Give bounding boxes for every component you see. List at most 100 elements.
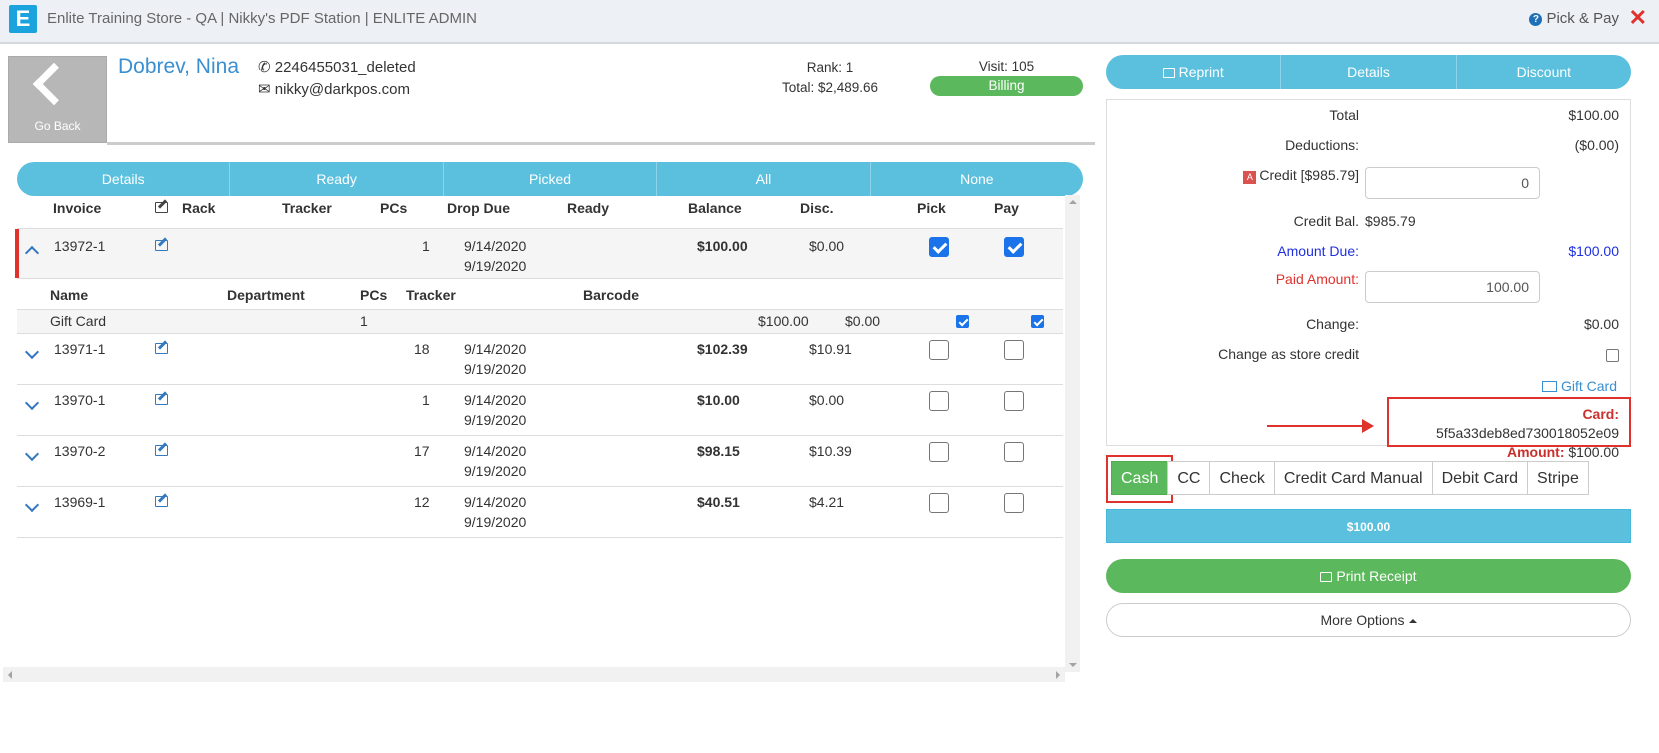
vertical-scrollbar[interactable] (1065, 195, 1080, 672)
item-pay-checkbox[interactable] (1031, 315, 1044, 328)
pay-amount-button[interactable]: $100.00 (1106, 509, 1631, 543)
status-badge: Billing (930, 76, 1083, 96)
due-date: 9/19/2020 (464, 514, 527, 530)
pay-checkbox[interactable] (1004, 237, 1024, 257)
due-date: 9/19/2020 (464, 361, 527, 377)
table-header: Invoice Rack Tracker PCs Drop Due Ready … (17, 198, 1063, 222)
pay-method-check[interactable]: Check (1209, 461, 1275, 495)
store-credit-checkbox[interactable] (1606, 349, 1619, 362)
pick-checkbox[interactable] (929, 442, 949, 462)
col-name: Name (50, 287, 89, 303)
scroll-left-icon[interactable] (8, 671, 12, 679)
enlite-logo: E (9, 5, 37, 33)
table-row[interactable]: 13969-1 12 9/14/2020 9/19/2020 $40.51 $4… (17, 487, 1063, 537)
item-row[interactable]: Gift Card 1 $100.00 $0.00 (17, 310, 1063, 333)
invoice-number[interactable]: 13970-2 (54, 443, 105, 459)
table-row[interactable]: 13972-1 1 9/14/2020 9/19/2020 $100.00 $0… (15, 229, 1063, 278)
drop-date: 9/14/2020 (464, 341, 527, 357)
go-back-label: Go Back (34, 119, 81, 133)
gift-card-link[interactable]: Gift Card (1541, 378, 1617, 394)
expand-icon[interactable] (24, 395, 40, 411)
invoice-number[interactable]: 13972-1 (54, 238, 105, 254)
change-value: $0.00 (1583, 316, 1619, 332)
pick-checkbox[interactable] (929, 493, 949, 513)
expand-icon[interactable] (24, 497, 40, 513)
reprint-button[interactable]: Reprint (1106, 55, 1282, 89)
more-options-button[interactable]: More Options (1106, 603, 1631, 637)
filter-ready[interactable]: Ready (230, 162, 444, 196)
selected-indicator (15, 229, 19, 278)
invoice-table: Invoice Rack Tracker PCs Drop Due Ready … (15, 198, 1063, 678)
item-discount: $0.00 (845, 313, 881, 329)
discount: $0.00 (809, 392, 845, 408)
pick-pay-help[interactable]: ? Pick & Pay (1529, 10, 1619, 27)
filter-details[interactable]: Details (17, 162, 231, 196)
col-tracker: Tracker (406, 287, 456, 303)
discount-button[interactable]: Discount (1457, 55, 1631, 89)
pay-method-credit-card-manual[interactable]: Credit Card Manual (1273, 461, 1433, 495)
total-value: $100.00 (1568, 107, 1619, 123)
pay-method-debit-card[interactable]: Debit Card (1431, 461, 1529, 495)
deductions-value: ($0.00) (1574, 137, 1619, 153)
credit-input[interactable] (1365, 167, 1540, 199)
invoice-number[interactable]: 13969-1 (54, 494, 105, 510)
due-date: 9/19/2020 (464, 463, 527, 479)
invoice-number[interactable]: 13970-1 (54, 392, 105, 408)
invoice-number[interactable]: 13971-1 (54, 341, 105, 357)
details-button[interactable]: Details (1281, 55, 1457, 89)
expand-icon[interactable] (24, 446, 40, 462)
horizontal-scrollbar[interactable] (3, 667, 1065, 682)
pick-checkbox[interactable] (929, 340, 949, 360)
phone: 2246455031_deleted (274, 59, 416, 76)
pick-checkbox[interactable] (929, 237, 949, 257)
scroll-down-icon[interactable] (1069, 663, 1077, 667)
col-invoice: Invoice (53, 200, 102, 216)
amount-due-value: $100.00 (1568, 243, 1619, 259)
pay-checkbox[interactable] (1004, 340, 1024, 360)
pay-method-cash[interactable]: Cash (1111, 461, 1169, 495)
pay-checkbox[interactable] (1004, 493, 1024, 513)
collapse-icon[interactable] (24, 245, 40, 261)
id-card-icon (1541, 381, 1557, 392)
discount: $0.00 (809, 238, 845, 254)
col-drop-due: Drop Due (447, 200, 510, 216)
filter-picked[interactable]: Picked (444, 162, 658, 196)
amount-due-label: Amount Due: (1277, 243, 1359, 259)
credit-bal-label: Credit Bal. (1293, 213, 1359, 229)
col-pcs: PCs (360, 287, 388, 303)
edit-icon[interactable] (155, 496, 168, 507)
edit-icon[interactable] (155, 343, 168, 354)
edit-icon[interactable] (155, 240, 168, 251)
print-receipt-label: Print Receipt (1336, 568, 1417, 584)
item-pcs: 1 (360, 313, 368, 329)
item-pick-checkbox[interactable] (956, 315, 969, 328)
filter-none[interactable]: None (871, 162, 1083, 196)
edit-icon[interactable] (155, 394, 168, 405)
customer-name[interactable]: Dobrev, Nina (118, 55, 239, 79)
scroll-right-icon[interactable] (1056, 671, 1060, 679)
filter-bar: Details Ready Picked All None (17, 162, 1083, 196)
paid-amount-input[interactable] (1365, 271, 1540, 303)
edit-icon[interactable] (155, 445, 168, 456)
go-back-button[interactable]: Go Back (8, 56, 107, 143)
scroll-up-icon[interactable] (1069, 200, 1077, 204)
pay-checkbox[interactable] (1004, 442, 1024, 462)
col-tracker: Tracker (282, 200, 332, 216)
table-row[interactable]: 13970-1 1 9/14/2020 9/19/2020 $10.00 $0.… (17, 385, 1063, 435)
pick-checkbox[interactable] (929, 391, 949, 411)
pay-checkbox[interactable] (1004, 391, 1024, 411)
table-row[interactable]: 13970-2 17 9/14/2020 9/19/2020 $98.15 $1… (17, 436, 1063, 486)
close-icon[interactable]: ✕ (1629, 5, 1647, 31)
print-receipt-button[interactable]: Print Receipt (1106, 559, 1631, 593)
filter-all[interactable]: All (657, 162, 871, 196)
discount: $10.39 (809, 443, 852, 459)
table-row[interactable]: 13971-1 18 9/14/2020 9/19/2020 $102.39 $… (17, 334, 1063, 384)
expand-icon[interactable] (24, 344, 40, 360)
pay-method-cc[interactable]: CC (1167, 461, 1211, 495)
due-date: 9/19/2020 (464, 412, 527, 428)
pay-method-stripe[interactable]: Stripe (1527, 461, 1589, 495)
pcs: 18 (414, 341, 430, 357)
help-icon: ? (1529, 13, 1543, 26)
rank-block: Rank: 1 Total: $2,489.66 (770, 58, 890, 98)
balance: $40.51 (697, 494, 740, 510)
